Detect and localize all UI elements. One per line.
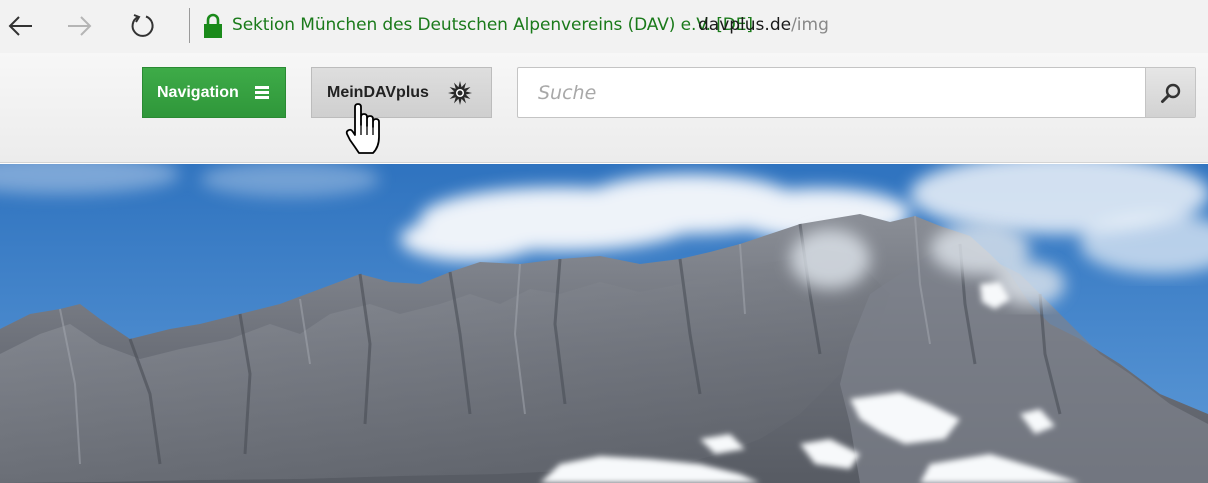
forward-button[interactable] [63,10,97,42]
site-identity[interactable]: Sektion München des Deutschen Alpenverei… [232,15,753,35]
hand-pointer-cursor [345,103,380,154]
url-path: /img [791,15,829,35]
search-input[interactable] [518,68,1145,117]
edelweiss-icon [448,81,472,105]
back-button[interactable] [3,10,37,42]
toolbar-separator [189,8,190,43]
hero-mountain-photo [0,164,1208,483]
browser-address-bar: Sektion München des Deutschen Alpenverei… [0,0,1208,53]
meindavplus-label: MeinDAVplus [327,83,429,101]
lock-icon[interactable] [203,13,223,39]
search-button[interactable] [1145,68,1195,117]
forward-arrow-icon [68,16,92,36]
back-arrow-icon [8,16,32,36]
refresh-icon [131,14,154,37]
url-domain: davplus.de [698,15,792,35]
navigation-button[interactable]: Navigation [142,67,286,118]
refresh-button[interactable] [126,10,160,42]
navigation-label: Navigation [157,83,239,101]
hamburger-menu-icon [255,86,269,100]
site-header: Navigation MeinDAVplus [0,53,1208,163]
meindavplus-button[interactable]: MeinDAVplus [311,67,492,118]
search-icon [1160,83,1180,103]
search-box [517,67,1196,118]
url-display[interactable]: davplus.de/img [698,15,829,35]
